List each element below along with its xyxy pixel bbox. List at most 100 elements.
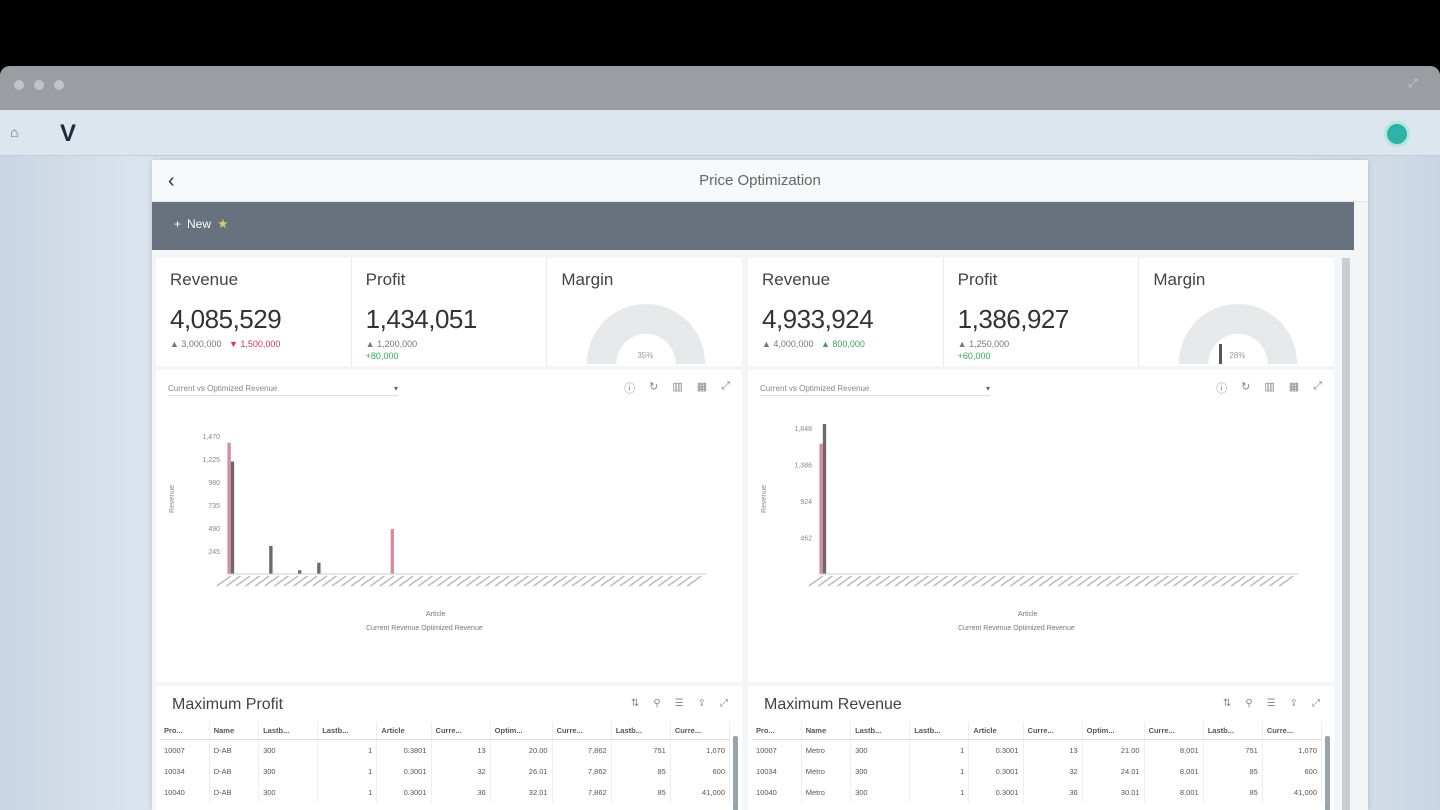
kpi-title: Revenue [170,270,239,289]
expand-icon[interactable]: ⤢ [1313,380,1322,396]
column-header[interactable]: Lastb... [1203,722,1263,740]
column-header[interactable]: Curre... [1023,722,1083,740]
expand-icon[interactable]: ⤢ [721,380,730,396]
panel-profit: Revenue 4,085,529 ▲ 3,000,000 ▼ 1,500,00… [156,258,742,810]
table-title: Maximum Revenue [764,696,902,713]
table-view-icon[interactable]: ▦ [1289,380,1299,396]
info-icon[interactable]: ⓘ [1216,380,1227,396]
table-cell: 8,001 [1144,761,1204,782]
table-scrollbar[interactable] [1325,736,1330,810]
kpi-revenue[interactable]: Revenue 4,085,529 ▲ 3,000,000 ▼ 1,500,00… [156,258,352,366]
kpi-delta: ▲ 4,000,000 ▲ 800,000 [762,339,929,349]
results-table: Pro... Name Lastb... Lastb... Article Curre..… [752,722,1323,803]
fullscreen-icon[interactable]: ⤢ [1408,76,1428,90]
new-button[interactable]: + New ★ [174,216,229,232]
column-header[interactable]: Article [376,722,432,740]
bar [269,545,273,574]
y-axis-label: Revenue [169,485,176,513]
column-header[interactable]: Curre... [670,722,731,740]
kpi-value: 1,386,927 [957,304,1070,334]
table-cell: 751 [611,739,671,761]
table-row[interactable]: 10040 D-AB 300 1 0.3001 36 32.01 7,862 85 41,000 [160,782,731,803]
margin-gauge: 28% [1179,304,1298,364]
table-cell: 8,001 [1144,782,1204,803]
column-header[interactable]: Optim... [490,722,553,740]
table-row[interactable]: 10034 D-AB 300 1 0.3001 32 26.01 7,862 85 600 [160,761,731,782]
table-scrollbar[interactable] [733,736,738,810]
table-row[interactable]: 10007 Metro 300 1 0.3001 13 21.00 8,001 751 1,070 [752,739,1323,761]
panel-scrollbar[interactable] [1342,258,1350,810]
bar [317,562,321,574]
maximize-window-icon[interactable] [54,80,64,90]
chart-type-icon[interactable]: ▥ [672,380,682,396]
column-header[interactable]: Pro... [160,722,210,740]
column-header[interactable]: Curre... [1262,722,1323,740]
browser-window: ⤢ ⌂ V ‹ Price Optimization + New ★ Reven… [0,66,1440,810]
home-icon[interactable]: ⌂ [10,124,28,140]
kpi-margin[interactable]: Margin 28% [1139,258,1334,366]
y-tick-label: 462 [800,536,812,543]
table-title: Maximum Profit [172,696,284,713]
y-tick-label: 1,386 [794,463,812,470]
bar [298,570,302,574]
columns-icon[interactable]: ☰ [1267,698,1276,709]
column-header[interactable]: Curre... [431,722,491,740]
column-header[interactable]: Curre... [552,722,612,740]
column-header[interactable]: Name [801,722,852,740]
column-header[interactable]: Optim... [1082,722,1145,740]
table-cell: 10040 [160,782,210,803]
filter-icon[interactable]: ⚲ [653,698,660,709]
table-cell: 85 [1203,761,1263,782]
sort-icon[interactable]: ⇅ [631,698,639,709]
chart-measure-select[interactable]: Current vs Optimized Revenue [760,384,990,396]
app-header: ⌂ V [0,110,1440,156]
table-row[interactable]: 10034 Metro 300 1 0.3001 32 24.01 8,001 85 600 [752,761,1323,782]
export-icon[interactable]: ⇪ [1290,698,1298,709]
kpi-value: 4,933,924 [762,304,874,334]
chart-card: Current vs Optimized Revenue ⓘ ↻ ▥ ▦ ⤢ 1… [156,370,742,682]
column-header[interactable]: Lastb... [611,722,671,740]
kpi-title: Margin [1153,270,1206,289]
y-tick-label: 490 [208,526,220,533]
table-view-icon[interactable]: ▦ [697,380,707,396]
refresh-icon[interactable]: ↻ [649,380,658,396]
column-header[interactable]: Lastb... [909,722,970,740]
close-window-icon[interactable] [14,80,24,90]
table-cell: 0.3001 [376,782,432,803]
column-header[interactable]: Article [968,722,1024,740]
results-table-card: Maximum Profit ⇅ ⚲ ☰ ⇪ ⤢ Pro... Name Lastb… [156,686,742,810]
kpi-delta-a: ▲ 4,000,000 [762,339,814,349]
table-cell: 10007 [752,739,802,761]
column-header[interactable]: Curre... [1144,722,1204,740]
expand-icon[interactable]: ⤢ [1312,698,1320,709]
column-header[interactable]: Name [209,722,260,740]
kpi-title: Profit [957,270,998,289]
expand-icon[interactable]: ⤢ [720,698,728,709]
results-table-card: Maximum Revenue ⇅ ⚲ ☰ ⇪ ⤢ Pro... Name Last… [748,686,1334,810]
column-header[interactable]: Lastb... [850,722,911,740]
kpi-profit[interactable]: Profit 1,434,051 ▲ 1,200,000 +80,000 [352,258,548,366]
filter-icon[interactable]: ⚲ [1245,698,1252,709]
info-icon[interactable]: ⓘ [624,380,635,396]
table-row[interactable]: 10040 Metro 300 1 0.3001 36 30.01 8,001 85 41,000 [752,782,1323,803]
table-cell: 85 [1203,782,1263,803]
bar [390,529,394,574]
table-cell: 1 [317,739,378,761]
chart-measure-select[interactable]: Current vs Optimized Revenue [168,384,398,396]
table-cell: 41,000 [1262,782,1323,803]
kpi-margin[interactable]: Margin 35% [547,258,742,366]
column-header[interactable]: Pro... [752,722,802,740]
table-row[interactable]: 10007 D-AB 300 1 0.3801 13 20.00 7,862 751 1,070 [160,739,731,761]
refresh-icon[interactable]: ↻ [1241,380,1250,396]
chart-legend: Current Revenue Optimized Revenue [366,625,483,632]
column-header[interactable]: Lastb... [258,722,319,740]
chart-type-icon[interactable]: ▥ [1264,380,1274,396]
column-header[interactable]: Lastb... [317,722,378,740]
minimize-window-icon[interactable] [34,80,44,90]
sort-icon[interactable]: ⇅ [1223,698,1231,709]
export-icon[interactable]: ⇪ [698,698,706,709]
columns-icon[interactable]: ☰ [675,698,684,709]
kpi-profit[interactable]: Profit 1,386,927 ▲ 1,250,000 +60,000 [944,258,1140,366]
user-avatar[interactable] [1384,121,1410,147]
kpi-revenue[interactable]: Revenue 4,933,924 ▲ 4,000,000 ▲ 800,000 [748,258,944,366]
